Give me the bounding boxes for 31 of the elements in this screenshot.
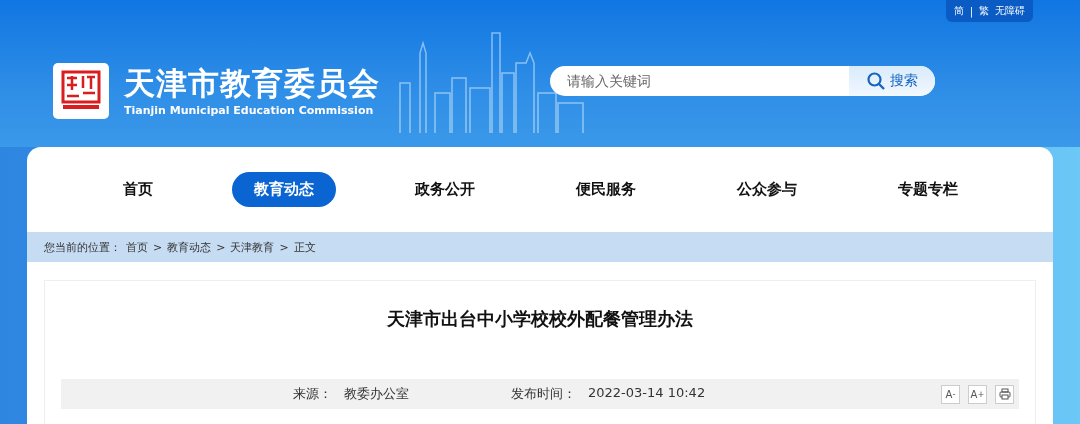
- search-icon: [866, 71, 885, 90]
- seal-logo-icon: [53, 62, 109, 119]
- nav-tab[interactable]: 公众参与: [714, 172, 819, 207]
- language-link[interactable]: 无障碍: [995, 4, 1025, 18]
- printer-icon: [998, 388, 1011, 400]
- language-link[interactable]: 繁: [979, 4, 989, 18]
- print-button[interactable]: [995, 384, 1014, 404]
- language-link[interactable]: |: [969, 5, 973, 17]
- breadcrumb-separator: >: [153, 240, 163, 254]
- source-label: 来源：: [293, 385, 332, 403]
- nav-tab[interactable]: 政务公开: [392, 172, 497, 207]
- nav-tab[interactable]: 专题专栏: [875, 172, 980, 207]
- breadcrumb-label: 您当前的位置：: [44, 239, 121, 255]
- time-value: 2022-03-14 10:42: [588, 385, 706, 402]
- breadcrumb-link[interactable]: 天津教育: [230, 239, 275, 255]
- nav-tab[interactable]: 首页: [100, 172, 175, 207]
- article-title: 天津市出台中小学校校外配餐管理办法: [386, 307, 694, 331]
- breadcrumb-separator: >: [216, 240, 226, 254]
- site-title: 天津市教育委员会: [124, 64, 380, 101]
- site-subtitle: Tianjin Municipal Education Commission: [124, 103, 375, 117]
- search-field[interactable]: 请输入关键词 搜索: [550, 65, 935, 96]
- breadcrumb-link[interactable]: 教育动态: [167, 239, 212, 255]
- search-button[interactable]: 搜索: [849, 65, 935, 96]
- breadcrumb-separator: >: [279, 240, 289, 254]
- nav-tab[interactable]: 便民服务: [553, 172, 658, 207]
- breadcrumb-link[interactable]: 首页: [126, 239, 148, 255]
- source-value: 教委办公室: [344, 385, 409, 403]
- nav-tab[interactable]: 教育动态: [231, 172, 336, 207]
- breadcrumb-link[interactable]: 正文: [293, 239, 316, 255]
- time-label: 发布时间：: [511, 385, 576, 403]
- language-link[interactable]: 简: [953, 4, 964, 18]
